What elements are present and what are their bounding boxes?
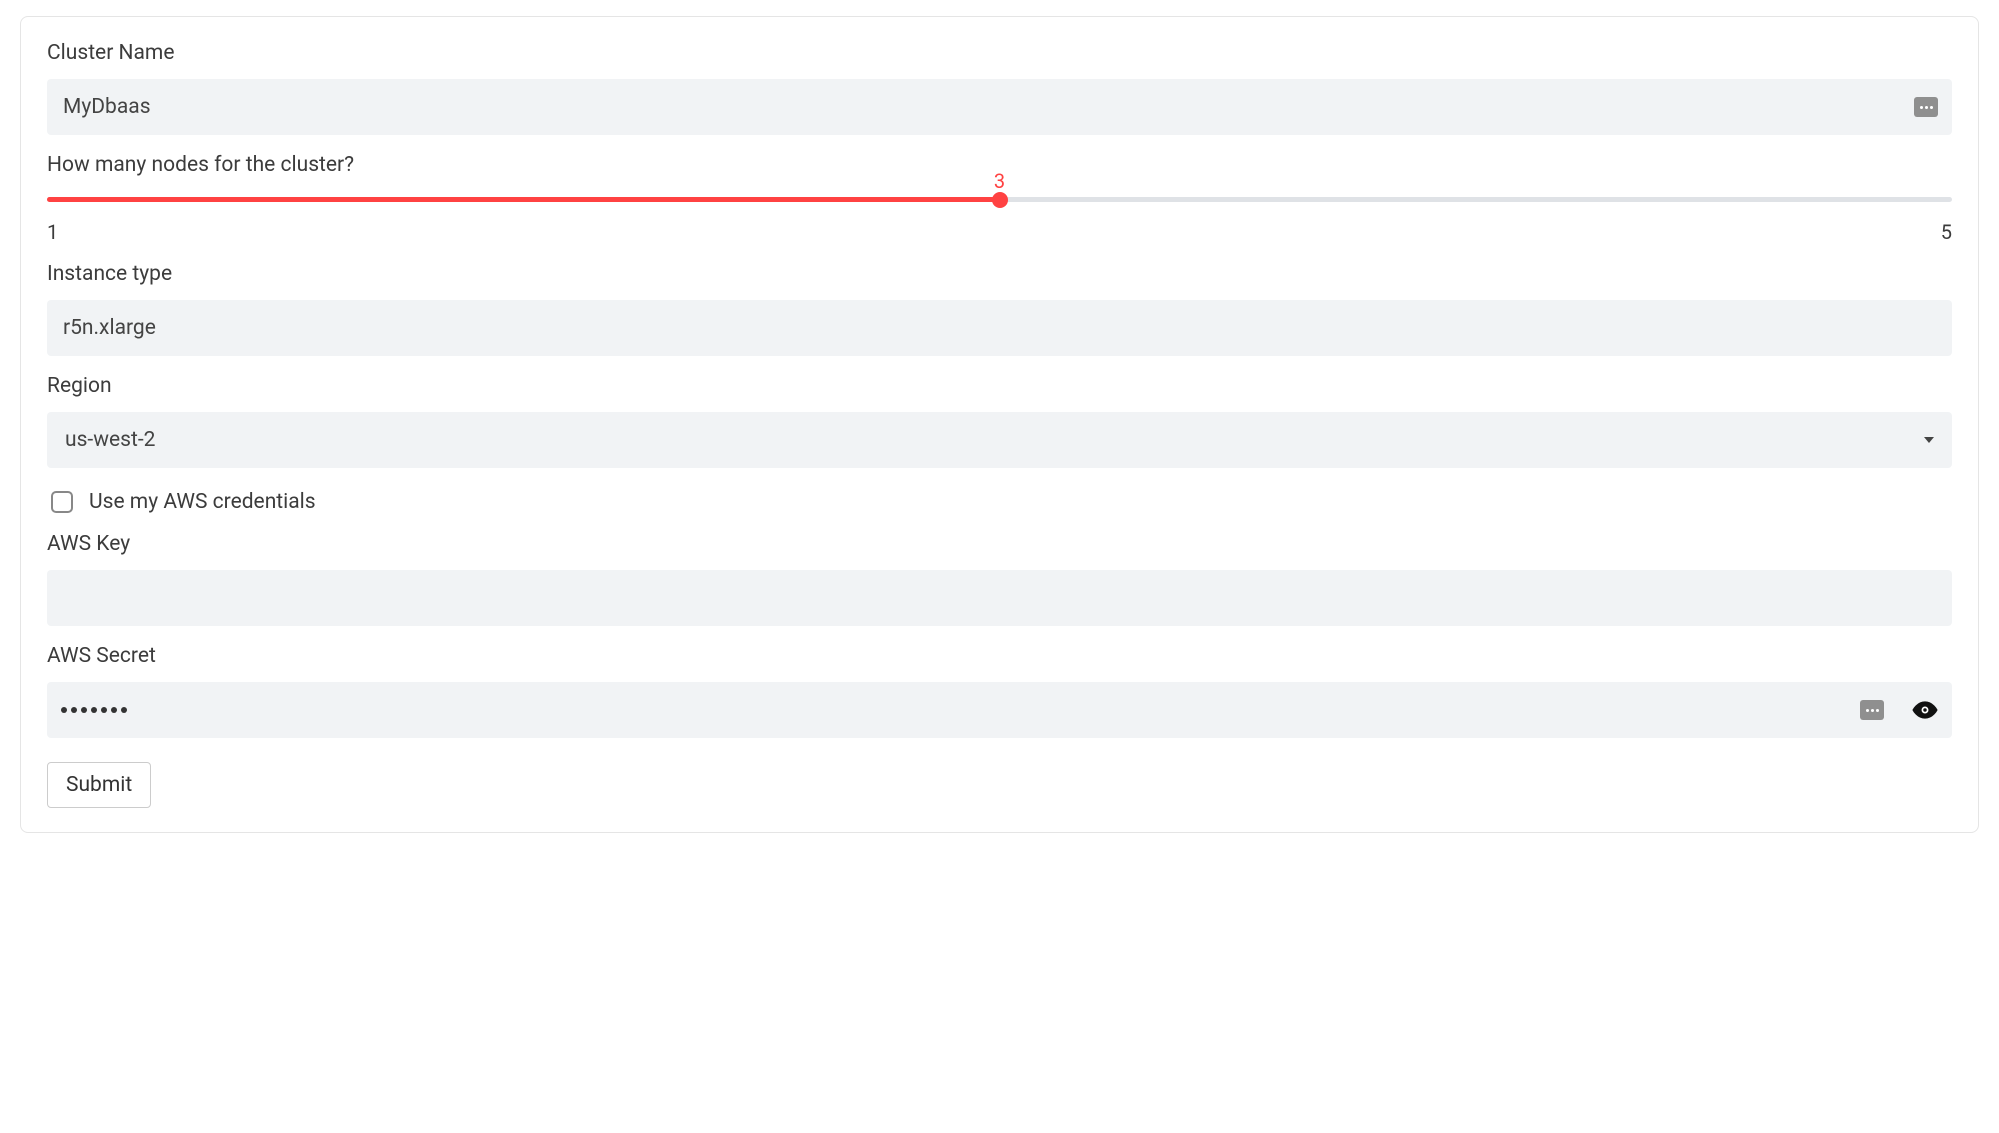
instance-type-input[interactable] xyxy=(61,300,1938,356)
cluster-name-label: Cluster Name xyxy=(47,41,1952,65)
instance-type-input-wrap xyxy=(47,300,1952,356)
slider-range-labels: 1 5 xyxy=(47,220,1952,244)
slider-min: 1 xyxy=(47,220,58,244)
slider-max: 5 xyxy=(1941,220,1952,244)
caret-down-icon xyxy=(1924,437,1934,443)
slider-track[interactable]: 3 xyxy=(47,197,1952,202)
cluster-name-input-wrap xyxy=(47,79,1952,135)
aws-key-input[interactable] xyxy=(61,570,1938,626)
use-aws-creds-label: Use my AWS credentials xyxy=(89,490,316,514)
region-value: us-west-2 xyxy=(65,428,1924,452)
region-select[interactable]: us-west-2 xyxy=(47,412,1952,468)
region-label: Region xyxy=(47,374,1952,398)
ellipsis-icon[interactable] xyxy=(1914,97,1938,117)
use-aws-creds-row: Use my AWS credentials xyxy=(47,490,1952,514)
nodes-slider[interactable]: 3 1 5 xyxy=(47,197,1952,244)
use-aws-creds-checkbox[interactable] xyxy=(51,491,73,513)
slider-value-label: 3 xyxy=(994,169,1005,193)
submit-button[interactable]: Submit xyxy=(47,762,151,808)
instance-type-label: Instance type xyxy=(47,262,1952,286)
aws-key-label: AWS Key xyxy=(47,532,1952,556)
slider-fill xyxy=(47,197,1000,202)
aws-key-input-wrap xyxy=(47,570,1952,626)
cluster-form-panel: Cluster Name How many nodes for the clus… xyxy=(20,16,1979,833)
aws-secret-input[interactable] xyxy=(61,707,1846,713)
aws-secret-input-wrap xyxy=(47,682,1952,738)
eye-icon[interactable] xyxy=(1912,697,1938,723)
aws-secret-label: AWS Secret xyxy=(47,644,1952,668)
cluster-name-input[interactable] xyxy=(61,79,1900,135)
ellipsis-icon[interactable] xyxy=(1860,700,1884,720)
slider-thumb[interactable] xyxy=(992,192,1008,208)
